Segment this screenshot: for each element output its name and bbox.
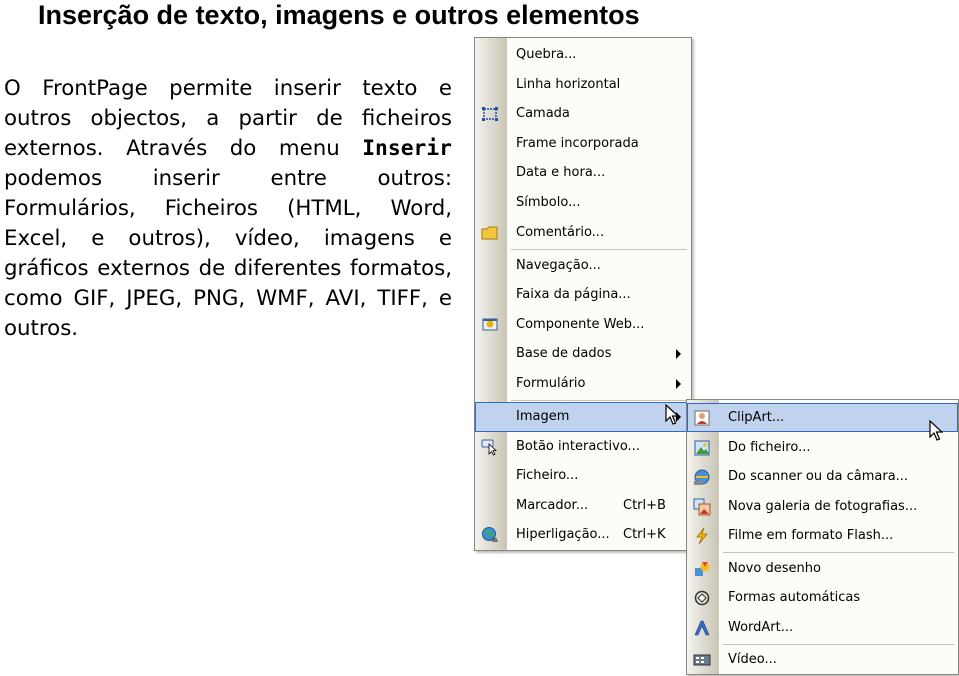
menu-item-label: Comentário... xyxy=(516,225,605,240)
submenu-item-formas-automaticas[interactable]: Formas automáticas xyxy=(687,583,958,612)
web-component-icon xyxy=(482,318,498,331)
menu-item-label: Componente Web... xyxy=(516,317,645,332)
menu-item-label: Faixa da página... xyxy=(516,287,631,302)
insert-menu: Quebra... Linha horizontal Camada Frame … xyxy=(474,37,692,551)
interactive-button-icon xyxy=(481,439,498,456)
submenu-item-clipart[interactable]: ClipArt... xyxy=(687,403,958,432)
submenu-item-video[interactable]: Vídeo... xyxy=(687,645,958,674)
body-paragraph: O FrontPage permite inserir texto e outr… xyxy=(4,74,452,344)
paragraph-bold-inserir: Inserir xyxy=(362,136,452,161)
submenu-item-label: ClipArt... xyxy=(728,410,785,425)
menu-item-base-dados[interactable]: Base de dados xyxy=(475,339,691,368)
menu-item-componente-web[interactable]: Componente Web... xyxy=(475,310,691,339)
submenu-item-scanner-camara[interactable]: Do scanner ou da câmara... xyxy=(687,462,958,491)
menu-item-label: Imagem xyxy=(516,409,570,424)
submenu-item-novo-desenho[interactable]: Novo desenho xyxy=(687,554,958,583)
submenu-arrow-icon xyxy=(676,349,681,359)
paragraph-text-2: podemos inserir entre outros: Formulário… xyxy=(4,166,452,341)
menu-item-imagem[interactable]: Imagem xyxy=(475,402,691,432)
menu-item-marcador[interactable]: Marcador... Ctrl+B xyxy=(475,491,691,520)
video-icon xyxy=(693,654,711,666)
menu-separator xyxy=(511,400,687,401)
hyperlink-globe-icon xyxy=(482,527,498,542)
clipart-icon xyxy=(694,410,710,426)
submenu-item-label: Formas automáticas xyxy=(728,590,861,605)
menu-item-label: Data e hora... xyxy=(516,165,606,180)
submenu-item-filme-flash[interactable]: Filme em formato Flash... xyxy=(687,521,958,550)
menu-item-label: Hiperligação... xyxy=(516,527,610,542)
image-submenu: ClipArt... Do ficheiro... Do scanner ou … xyxy=(686,399,959,675)
menu-item-label: Ficheiro... xyxy=(516,468,579,483)
wordart-icon xyxy=(694,620,710,636)
new-drawing-icon xyxy=(695,562,710,576)
menu-item-label: Botão interactivo... xyxy=(516,439,640,454)
menu-item-quebra[interactable]: Quebra... xyxy=(475,40,691,69)
scanner-camera-icon xyxy=(694,469,710,485)
menu-item-navegacao[interactable]: Navegação... xyxy=(475,251,691,280)
submenu-item-label: WordArt... xyxy=(728,620,794,635)
submenu-item-label: Filme em formato Flash... xyxy=(728,528,894,543)
menu-item-label: Linha horizontal xyxy=(516,77,621,92)
menu-item-camada[interactable]: Camada xyxy=(475,99,691,128)
picture-file-icon xyxy=(694,440,710,456)
menu-item-label: Símbolo... xyxy=(516,195,581,210)
submenu-item-label: Do scanner ou da câmara... xyxy=(728,469,909,484)
menu-item-botao-interactivo[interactable]: Botão interactivo... xyxy=(475,432,691,461)
menu-item-label: Base de dados xyxy=(516,346,612,361)
submenu-arrow-icon xyxy=(676,379,681,389)
menu-item-label: Formulário xyxy=(516,376,586,391)
menu-item-ficheiro[interactable]: Ficheiro... xyxy=(475,461,691,490)
menu-item-frame-incorporada[interactable]: Frame incorporada xyxy=(475,129,691,158)
menu-item-label: Quebra... xyxy=(516,47,577,62)
page-title: Inserção de texto, imagens e outros elem… xyxy=(38,0,640,30)
menu-item-label: Marcador... xyxy=(516,498,589,513)
menu-item-label: Camada xyxy=(516,106,570,121)
submenu-item-wordart[interactable]: WordArt... xyxy=(687,613,958,642)
menu-item-hiperligacao[interactable]: Hiperligação... Ctrl+K xyxy=(475,520,691,549)
menu-item-data-hora[interactable]: Data e hora... xyxy=(475,158,691,187)
menu-item-label: Navegação... xyxy=(516,258,601,273)
submenu-item-label: Novo desenho xyxy=(728,561,821,576)
submenu-item-label: Do ficheiro... xyxy=(728,440,811,455)
mouse-cursor-icon xyxy=(665,404,679,425)
menu-item-linha-horizontal[interactable]: Linha horizontal xyxy=(475,70,691,99)
menu-item-shortcut: Ctrl+K xyxy=(623,527,666,542)
menu-separator xyxy=(723,552,954,553)
menu-item-simbolo[interactable]: Símbolo... xyxy=(475,188,691,217)
menu-item-label: Frame incorporada xyxy=(516,136,639,151)
submenu-item-label: Nova galeria de fotografias... xyxy=(728,499,918,514)
menu-separator xyxy=(511,249,687,250)
submenu-item-label: Vídeo... xyxy=(728,652,777,667)
submenu-item-do-ficheiro[interactable]: Do ficheiro... xyxy=(687,433,958,462)
mouse-cursor-icon xyxy=(929,420,943,441)
autoshapes-icon xyxy=(694,590,710,606)
menu-item-faixa-pagina[interactable]: Faixa da página... xyxy=(475,280,691,309)
comment-folder-icon xyxy=(481,226,498,240)
layer-icon xyxy=(482,107,498,121)
flash-movie-icon xyxy=(696,527,708,545)
photo-gallery-icon xyxy=(693,498,711,516)
menu-item-formulario[interactable]: Formulário xyxy=(475,369,691,398)
menu-item-shortcut: Ctrl+B xyxy=(623,498,666,513)
menu-item-comentario[interactable]: Comentário... xyxy=(475,218,691,247)
submenu-item-galeria-fotografias[interactable]: Nova galeria de fotografias... xyxy=(687,492,958,521)
